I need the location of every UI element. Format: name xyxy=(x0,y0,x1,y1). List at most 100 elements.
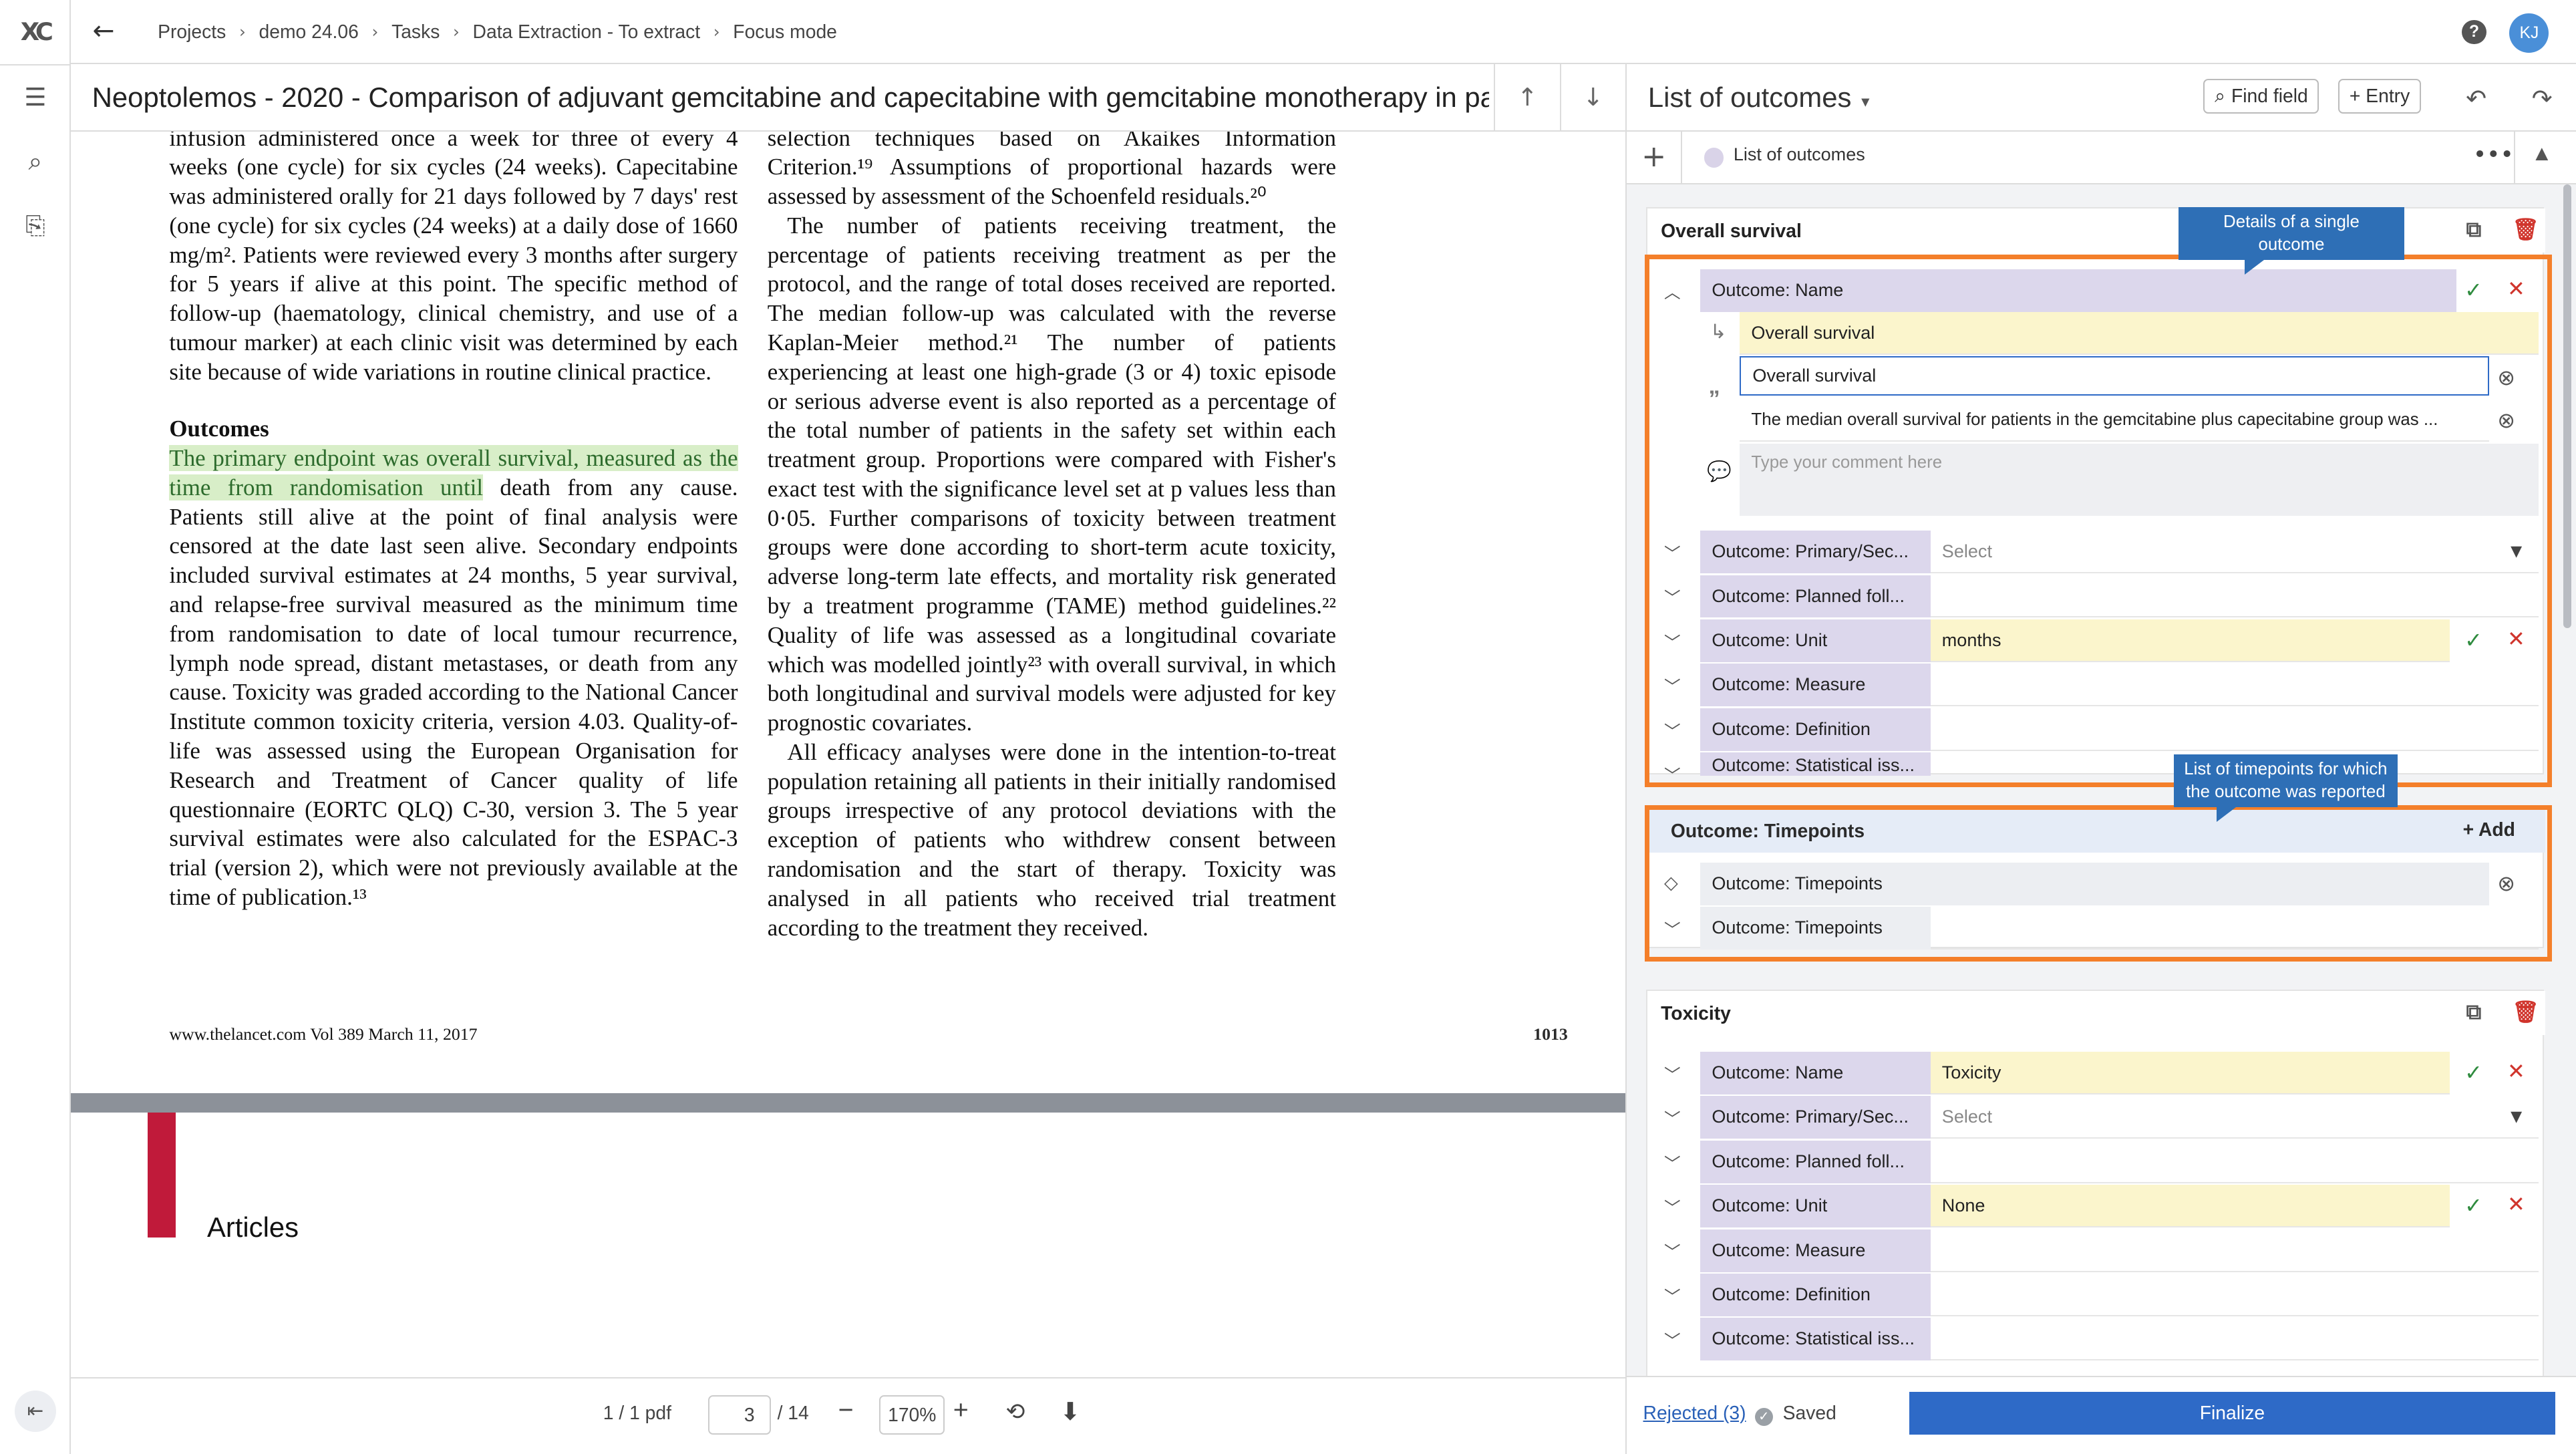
pdf-footer: www.thelancet.com Vol 389 March 11, 2017 xyxy=(169,1024,478,1044)
chevron-down-icon[interactable]: ﹀ xyxy=(1664,1151,1681,1175)
duplicate-icon[interactable]: ⧉ xyxy=(2466,999,2482,1025)
pdf-section-heading: Outcomes xyxy=(169,416,269,442)
help-icon[interactable]: ? xyxy=(2462,19,2486,45)
panel-title-text: List of outcomes xyxy=(1647,81,1852,113)
rotate-icon[interactable]: ⟲ xyxy=(1006,1399,1025,1425)
details-callout: Details of a single outcome xyxy=(2179,206,2404,275)
pdf-viewer[interactable]: infusion administered once a week for th… xyxy=(70,131,1625,1378)
outcomes-scroll-area[interactable]: Overall survival ⧉ 🗑 ︿ Outcome: Name ✓ ✕… xyxy=(1626,184,2576,1376)
field-row-primary: ﹀ Outcome: Primary/Sec... Select ▼ xyxy=(1647,1096,2545,1139)
field-value[interactable] xyxy=(1930,1318,2539,1361)
more-options-icon[interactable]: ••• xyxy=(2473,142,2514,168)
outcome-card-title: Overall survival xyxy=(1661,220,1802,242)
zoom-out-icon[interactable]: − xyxy=(838,1395,854,1425)
pdf-paragraph: selection techniques based on Akaikes In… xyxy=(767,131,1336,210)
chevron-down-icon[interactable]: ﹀ xyxy=(1664,1284,1681,1308)
breadcrumb-current: Focus mode xyxy=(733,21,837,43)
field-row-definition: ﹀ Outcome: Definition xyxy=(1647,1274,2545,1316)
rail-divider xyxy=(0,63,71,65)
add-list-icon[interactable]: + xyxy=(1641,140,1666,174)
left-rail: XC ☰ ⌕ ⎘ ⇤ xyxy=(0,0,71,1454)
accept-icon[interactable]: ✓ xyxy=(2464,1060,2482,1085)
back-arrow-icon[interactable]: ← xyxy=(87,15,120,47)
outcome-card-title: Toxicity xyxy=(1661,1002,1731,1024)
check-circle-icon: ✓ xyxy=(1754,1408,1773,1427)
breadcrumb-tasks[interactable]: Tasks xyxy=(391,21,440,43)
field-label: Outcome: Name xyxy=(1700,1051,1931,1095)
add-entry-label: Entry xyxy=(2366,85,2410,107)
divider xyxy=(1681,131,1682,184)
panel-footer: Rejected (3) ✓ Saved Finalize xyxy=(1626,1376,2576,1453)
undo-icon[interactable]: ↶ xyxy=(2458,81,2494,117)
chevron-down-icon: ▾ xyxy=(1861,91,1870,111)
field-row-name: ﹀ Outcome: Name Toxicity ✓ ✕ xyxy=(1647,1051,2545,1095)
duplicate-icon[interactable]: ⧉ xyxy=(2466,216,2482,243)
avatar[interactable]: KJ xyxy=(2509,13,2549,53)
attachment-icon[interactable]: ⎘ xyxy=(13,204,57,248)
chevron-down-icon[interactable]: ﹀ xyxy=(1664,1106,1681,1130)
chevron-down-icon[interactable]: ﹀ xyxy=(1664,1062,1681,1086)
panel-title[interactable]: List of outcomes ▾ xyxy=(1648,64,1870,136)
field-row-planned: ﹀ Outcome: Planned foll... xyxy=(1647,1140,2545,1183)
divider xyxy=(2514,131,2515,184)
field-label: Outcome: Unit xyxy=(1700,1185,1931,1228)
chevron-down-icon[interactable]: ﹀ xyxy=(1664,1239,1681,1263)
page-total: / 14 xyxy=(777,1401,809,1423)
field-value[interactable]: Toxicity xyxy=(1930,1051,2450,1095)
pdf-column-left: infusion administered once a week for th… xyxy=(169,132,738,912)
field-value[interactable] xyxy=(1930,1229,2539,1272)
chevron-down-icon[interactable]: ﹀ xyxy=(1664,1328,1681,1352)
finalize-button[interactable]: Finalize xyxy=(1909,1392,2555,1435)
delete-icon[interactable]: 🗑 xyxy=(2512,999,2539,1024)
find-field-button[interactable]: ⌕ Find field xyxy=(2203,79,2319,114)
field-label: Outcome: Statistical iss... xyxy=(1700,1318,1931,1361)
primary-select[interactable]: Select ▼ xyxy=(1930,1096,2539,1139)
rejected-link[interactable]: Rejected (3) xyxy=(1643,1402,1746,1424)
collapse-icon[interactable]: ⇤ xyxy=(15,1391,56,1432)
list-toolbar: + List of outcomes ••• ▲ xyxy=(1626,131,2576,184)
outcome-card-header: Overall survival ⧉ 🗑 xyxy=(1647,208,2545,253)
field-value[interactable]: None xyxy=(1930,1185,2450,1228)
plus-icon: + xyxy=(2349,85,2366,107)
zoom-input[interactable]: 170% xyxy=(879,1395,945,1435)
field-label: Outcome: Primary/Sec... xyxy=(1700,1096,1931,1139)
field-label: Outcome: Definition xyxy=(1700,1274,1931,1316)
search-icon[interactable]: ⌕ xyxy=(13,140,57,184)
app-logo[interactable]: XC xyxy=(13,10,57,54)
chevron-down-icon[interactable]: ﹀ xyxy=(1664,1195,1681,1219)
list-icon[interactable]: ☰ xyxy=(13,76,57,120)
download-icon[interactable]: ⬇ xyxy=(1060,1397,1081,1426)
reject-icon[interactable]: ✕ xyxy=(2507,1191,2525,1217)
next-document-icon[interactable]: ↓ xyxy=(1559,63,1625,132)
zoom-in-icon[interactable]: + xyxy=(953,1395,969,1425)
timepoints-callout: List of timepoints for which the outcome… xyxy=(2174,754,2398,822)
pdf-file-counter: 1 / 1 pdf xyxy=(603,1401,671,1423)
previous-document-icon[interactable]: ↑ xyxy=(1494,63,1559,132)
field-value[interactable] xyxy=(1930,1141,2539,1183)
field-row-statistical: ﹀ Outcome: Statistical iss... xyxy=(1647,1318,2545,1361)
document-header: Neoptolemos - 2020 - Comparison of adjuv… xyxy=(70,63,1625,132)
breadcrumb-projects[interactable]: Projects xyxy=(158,21,226,43)
scrollbar[interactable] xyxy=(2563,184,2572,628)
list-label[interactable]: List of outcomes xyxy=(1734,144,1865,165)
redo-icon[interactable]: ↷ xyxy=(2524,81,2560,117)
breadcrumb: Projects › demo 24.06 › Tasks › Data Ext… xyxy=(158,0,837,64)
top-bar: ← Projects › demo 24.06 › Tasks › Data E… xyxy=(70,0,2576,64)
field-row-measure: ﹀ Outcome: Measure xyxy=(1647,1229,2545,1272)
breadcrumb-task[interactable]: Data Extraction - To extract xyxy=(473,21,701,43)
panel-header: List of outcomes ▾ ⌕ Find field + Entry ↶… xyxy=(1626,64,2576,132)
add-entry-button[interactable]: + Entry xyxy=(2338,79,2421,114)
reject-icon[interactable]: ✕ xyxy=(2507,1058,2525,1084)
delete-icon[interactable]: 🗑 xyxy=(2512,216,2539,242)
timepoints-highlight-box xyxy=(1644,805,2552,962)
details-highlight-box xyxy=(1644,255,2552,788)
field-value[interactable] xyxy=(1930,1274,2539,1316)
page-input[interactable]: 3 xyxy=(708,1395,771,1435)
app-window: XC ☰ ⌕ ⎘ ⇤ ← Projects › demo 24.06 › Tas… xyxy=(0,0,2576,1454)
chevron-up-icon[interactable]: ▲ xyxy=(2535,143,2548,162)
accept-icon[interactable]: ✓ xyxy=(2464,1193,2482,1218)
extraction-panel: List of outcomes ▾ ⌕ Find field + Entry ↶… xyxy=(1625,63,2576,1454)
breadcrumb-project[interactable]: demo 24.06 xyxy=(259,21,359,43)
outcome-card-toxicity: Toxicity ⧉ 🗑 ﹀ Outcome: Name Toxicity ✓ … xyxy=(1646,989,2545,1376)
pdf-paragraph: The primary endpoint was overall surviva… xyxy=(169,444,738,912)
